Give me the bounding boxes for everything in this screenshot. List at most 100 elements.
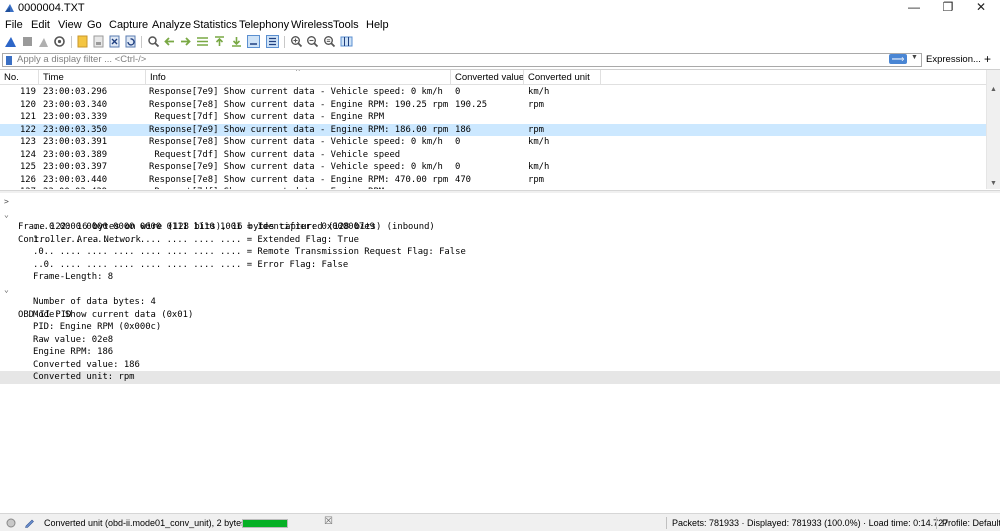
packet-row[interactable]: 119 23:00:03.296 Response[7e9] Show curren…	[0, 86, 986, 99]
scroll-down-icon[interactable]: ▼	[990, 180, 997, 187]
column-header-info[interactable]: Info	[150, 72, 166, 83]
packet-row[interactable]: 126 23:00:03.440 Response[7e8] Show curren…	[0, 174, 986, 187]
packet-row[interactable]: 124 23:00:03.389 Request[7df] Show curren…	[0, 149, 986, 162]
scroll-up-icon[interactable]: ▲	[990, 86, 997, 93]
packet-list: No. Time Info ^ Converted value Converte…	[0, 69, 1000, 189]
restart-capture-icon[interactable]	[37, 35, 50, 48]
save-file-icon[interactable]	[92, 35, 105, 48]
pane-splitter[interactable]	[0, 190, 1000, 193]
capture-options-icon[interactable]	[53, 35, 66, 48]
menu-statistics[interactable]: Statistics	[193, 19, 237, 31]
add-filter-button[interactable]: +	[984, 52, 991, 66]
zoom-normal-icon[interactable]	[323, 35, 336, 48]
open-file-icon[interactable]	[76, 35, 89, 48]
cell-converted-value: 470	[455, 174, 472, 185]
tree-field[interactable]: Mode: Show current data (0x01)	[0, 309, 1000, 322]
menu-telephony[interactable]: Telephony	[239, 19, 289, 31]
sort-indicator-icon: ^	[296, 69, 300, 76]
display-filter-input[interactable]: Apply a display filter ... <Ctrl-/>	[2, 53, 922, 67]
menu-capture[interactable]: Capture	[109, 19, 148, 31]
shark-fin-start-icon[interactable]	[4, 35, 17, 48]
wireshark-fin-icon	[5, 4, 14, 12]
tree-field[interactable]: .0.. .... .... .... .... .... .... .... …	[0, 246, 1000, 259]
stop-capture-icon[interactable]	[21, 35, 34, 48]
tree-field[interactable]: Converted value: 186	[0, 359, 1000, 372]
zoom-in-icon[interactable]	[290, 35, 303, 48]
column-header-converted-unit[interactable]: Converted unit	[528, 72, 590, 83]
menu-edit[interactable]: Edit	[31, 19, 50, 31]
cell-converted-value: 0	[455, 87, 461, 97]
menu-help[interactable]: Help	[366, 19, 389, 31]
tree-field[interactable]: Frame-Length: 8	[0, 271, 1000, 284]
packet-row[interactable]: 125 23:00:03.397 Response[7e9] Show curren…	[0, 161, 986, 174]
packet-row[interactable]: 123 23:00:03.391 Response[7e8] Show curren…	[0, 136, 986, 149]
packet-row[interactable]: 121 23:00:03.339 Request[7df] Show curren…	[0, 111, 986, 124]
cell-info: Response[7e8] Show current data - Engine…	[149, 99, 449, 110]
restore-icon[interactable]: ❐	[933, 0, 963, 16]
menu-file[interactable]: File	[5, 19, 23, 31]
display-filter-bar: Apply a display filter ... <Ctrl-/> ⟹ ▼ …	[0, 52, 1000, 68]
packet-row[interactable]: 120 23:00:03.340 Response[7e8] Show curren…	[0, 99, 986, 112]
expert-info-icon[interactable]	[6, 518, 16, 528]
tree-field[interactable]: 1... .... .... .... .... .... .... .... …	[0, 234, 1000, 247]
cell-converted-unit: km/h	[528, 137, 550, 147]
cell-info: Response[7e8] Show current data - Engine…	[149, 174, 449, 185]
expression-button[interactable]: Expression...	[926, 53, 981, 66]
colorize-icon[interactable]	[266, 35, 279, 48]
expand-arrow-icon[interactable]: >	[4, 196, 9, 209]
packet-row[interactable]: 122 23:00:03.350 Response[7e9] Show curren…	[0, 123, 986, 136]
close-icon[interactable]: ✕	[966, 0, 996, 16]
find-packet-icon[interactable]	[147, 35, 160, 48]
go-first-icon[interactable]	[213, 35, 226, 48]
edit-comment-icon[interactable]	[24, 517, 35, 528]
menu-tools[interactable]: Tools	[333, 19, 359, 31]
tree-item-can[interactable]: ⌄ Controller Area Network	[0, 209, 1000, 245]
column-header-time[interactable]: Time	[43, 72, 64, 83]
cell-no: 124	[19, 149, 36, 160]
cell-no: 126	[19, 174, 36, 185]
packet-row[interactable]: 127 23:00:03.439 Request[7df] Show curren…	[0, 186, 986, 189]
tree-field[interactable]: ...0 0000 0000 0000 0000 0111 1110 1001 …	[0, 221, 1000, 234]
menu-wireless[interactable]: Wireless	[291, 19, 333, 31]
minimize-icon[interactable]: —	[899, 0, 929, 16]
menu-analyze[interactable]: Analyze	[152, 19, 191, 31]
collapse-arrow-icon[interactable]: ⌄	[4, 209, 9, 222]
go-last-icon[interactable]	[230, 35, 243, 48]
column-header-converted-value[interactable]: Converted value	[455, 72, 524, 83]
filter-placeholder: Apply a display filter ... <Ctrl-/>	[17, 54, 147, 65]
column-header-no[interactable]: No.	[4, 72, 19, 83]
title-bar: 0000004.TXT — ❐ ✕	[0, 0, 1000, 16]
go-to-packet-icon[interactable]	[196, 35, 209, 48]
menu-go[interactable]: Go	[87, 19, 102, 31]
status-packet-stats: Packets: 781933 · Displayed: 781933 (100…	[672, 518, 949, 528]
reload-file-icon[interactable]	[124, 35, 137, 48]
tree-item-frame[interactable]: > Frame 122: 16 bytes on wire (128 bits)…	[0, 196, 1000, 232]
resize-columns-icon[interactable]	[340, 35, 353, 48]
bookmark-icon[interactable]	[6, 56, 12, 65]
tree-item-obd[interactable]: ⌄ OBD-II PID	[0, 284, 1000, 320]
filter-history-dropdown-icon[interactable]: ▼	[911, 54, 918, 61]
tree-field[interactable]: Number of data bytes: 4	[0, 296, 1000, 309]
cell-info: Response[7e9] Show current data - Vehicl…	[149, 162, 443, 172]
go-back-icon[interactable]	[163, 35, 176, 48]
cancel-load-icon[interactable]: ☒	[324, 516, 333, 527]
autoscroll-icon[interactable]	[247, 35, 260, 48]
zoom-out-icon[interactable]	[306, 35, 319, 48]
go-forward-icon[interactable]	[179, 35, 192, 48]
tree-field[interactable]: Engine RPM: 186	[0, 346, 1000, 359]
cell-time: 23:00:03.340	[43, 99, 108, 110]
packet-list-scrollbar[interactable]: ▲ ▼	[986, 70, 1000, 189]
close-file-icon[interactable]	[108, 35, 121, 48]
main-toolbar	[0, 33, 1000, 51]
cell-no: 123	[19, 137, 36, 147]
collapse-arrow-icon[interactable]: ⌄	[4, 284, 9, 297]
tree-field[interactable]: PID: Engine RPM (0x000c)	[0, 321, 1000, 334]
status-profile[interactable]: Profile: Default	[942, 518, 1000, 528]
apply-filter-arrow-icon[interactable]: ⟹	[889, 54, 907, 64]
tree-field[interactable]: Raw value: 02e8	[0, 334, 1000, 347]
menu-view[interactable]: View	[58, 19, 82, 31]
tree-field-selected[interactable]: Converted unit: rpm	[0, 371, 1000, 384]
load-progress-bar	[242, 519, 288, 528]
cell-info: Request[7df] Show current data - Engine …	[149, 112, 385, 122]
tree-field[interactable]: ..0. .... .... .... .... .... .... .... …	[0, 259, 1000, 272]
